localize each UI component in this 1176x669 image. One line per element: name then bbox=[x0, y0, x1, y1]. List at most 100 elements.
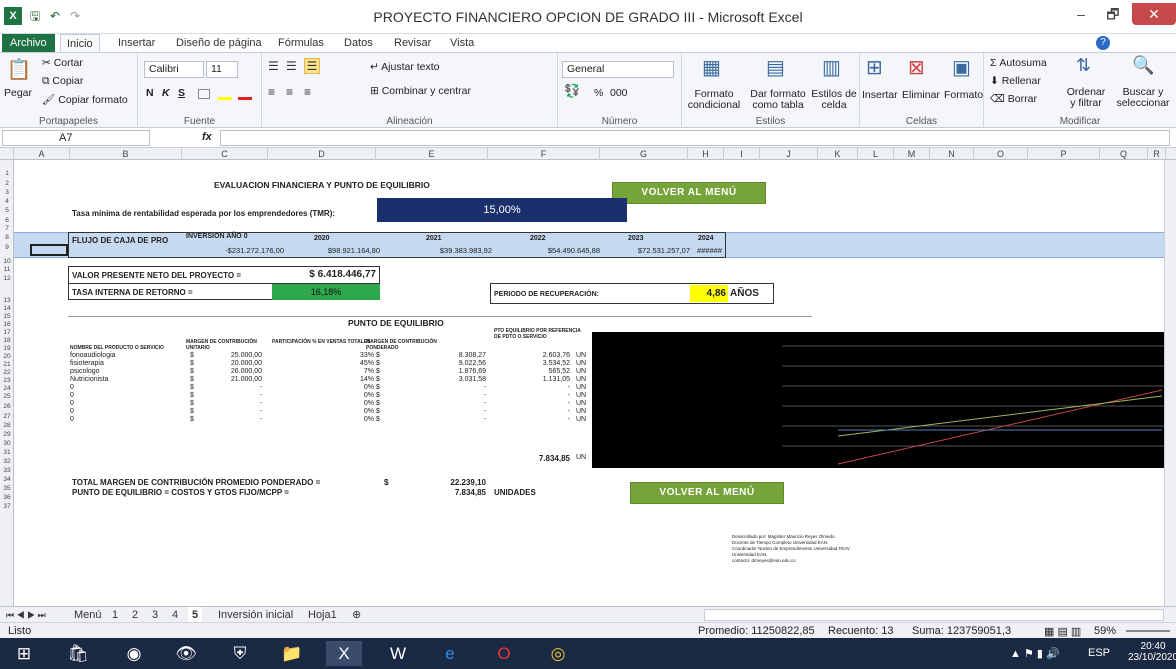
column-header[interactable]: N bbox=[930, 148, 974, 160]
row-header[interactable]: 5 bbox=[0, 207, 14, 215]
name-box[interactable]: A7 bbox=[2, 130, 150, 146]
thousands-button[interactable]: 000 bbox=[610, 87, 628, 99]
row-header[interactable]: 2 bbox=[0, 180, 14, 188]
font-color-icon[interactable] bbox=[238, 97, 252, 100]
row-header[interactable]: 16 bbox=[0, 321, 14, 329]
row-header[interactable]: 20 bbox=[0, 353, 14, 361]
insert-cells-icon[interactable]: ⊞ bbox=[866, 55, 883, 80]
align-bottom-icon[interactable]: ☰ bbox=[304, 58, 320, 74]
column-header[interactable]: H bbox=[688, 148, 724, 160]
selected-cell-a7[interactable] bbox=[30, 244, 68, 256]
row-header[interactable]: 28 bbox=[0, 422, 14, 430]
copiar-formato-button[interactable]: 🖌 Copiar formato bbox=[42, 93, 128, 106]
column-header[interactable]: B bbox=[70, 148, 182, 160]
fx-icon[interactable]: fx bbox=[202, 131, 212, 143]
fill-color-icon[interactable] bbox=[218, 97, 232, 100]
row-header[interactable]: 3 bbox=[0, 189, 14, 197]
borders-icon[interactable] bbox=[198, 89, 210, 99]
font-size-select[interactable]: 11 bbox=[206, 61, 238, 78]
tab-insertar[interactable]: Insertar bbox=[112, 34, 161, 52]
tmr-value[interactable]: 15,00% bbox=[377, 198, 627, 222]
row-header[interactable]: 36 bbox=[0, 494, 14, 502]
currency-icon[interactable]: 💱 bbox=[564, 83, 580, 99]
clock[interactable]: 20:40 23/10/2020 bbox=[1128, 641, 1176, 663]
chrome-browser-icon[interactable]: ◎ bbox=[540, 641, 576, 666]
delete-cells-icon[interactable]: ⊠ bbox=[908, 55, 925, 80]
sheet-tab-3[interactable]: 3 bbox=[148, 607, 162, 623]
tab-diseno[interactable]: Diseño de página bbox=[170, 34, 268, 52]
column-header[interactable]: M bbox=[894, 148, 930, 160]
cell-styles-icon[interactable]: ▥ bbox=[822, 55, 841, 80]
new-sheet-icon[interactable]: ⊕ bbox=[348, 607, 365, 623]
row-header[interactable]: 25 bbox=[0, 393, 14, 401]
tir-value[interactable]: 16,18% bbox=[272, 284, 380, 300]
row-header[interactable]: 1 bbox=[0, 170, 14, 178]
align-center-icon[interactable]: ≡ bbox=[286, 85, 293, 99]
pegar-button[interactable]: Pegar bbox=[4, 87, 32, 99]
row-header[interactable]: 37 bbox=[0, 503, 14, 511]
windows-start-icon[interactable]: ⊞ bbox=[6, 641, 42, 666]
tab-formulas[interactable]: Fórmulas bbox=[272, 34, 330, 52]
row-header[interactable]: 26 bbox=[0, 403, 14, 411]
borrar-button[interactable]: ⌫ Borrar bbox=[990, 93, 1037, 105]
conditional-format-icon[interactable]: ▦ bbox=[702, 55, 721, 80]
row-header[interactable]: 34 bbox=[0, 476, 14, 484]
align-middle-icon[interactable]: ☰ bbox=[286, 59, 297, 73]
column-header[interactable]: O bbox=[974, 148, 1028, 160]
row-header[interactable]: 14 bbox=[0, 305, 14, 313]
sheet-tab-2[interactable]: 2 bbox=[128, 607, 142, 623]
column-header[interactable]: K bbox=[818, 148, 858, 160]
copiar-button[interactable]: ⧉ Copiar bbox=[42, 75, 83, 88]
row-header[interactable]: 21 bbox=[0, 361, 14, 369]
row-header[interactable]: 15 bbox=[0, 313, 14, 321]
sheet-nav-first[interactable]: ⏮ ◀ ▶ ⏭ bbox=[2, 607, 50, 623]
vertical-scrollbar[interactable] bbox=[1164, 160, 1176, 606]
row-header[interactable]: 9 bbox=[0, 244, 14, 252]
row-header[interactable]: 6 bbox=[0, 217, 14, 225]
tab-revisar[interactable]: Revisar bbox=[388, 34, 437, 52]
column-header[interactable]: I bbox=[724, 148, 760, 160]
row-header[interactable]: 18 bbox=[0, 337, 14, 345]
column-header[interactable]: D bbox=[268, 148, 376, 160]
row-header[interactable]: 12 bbox=[0, 275, 14, 283]
ajustar-texto-button[interactable]: ↵ Ajustar texto bbox=[370, 61, 440, 73]
tray-icons[interactable]: ▲ ⚑ ▮ 🔊 bbox=[1010, 647, 1060, 660]
row-header[interactable]: 13 bbox=[0, 297, 14, 305]
page-view-icons[interactable]: ▦ ▤ ▥ bbox=[1044, 625, 1081, 638]
row-header[interactable]: 29 bbox=[0, 431, 14, 439]
opera-browser-icon[interactable]: O bbox=[486, 641, 522, 666]
column-header[interactable]: L bbox=[858, 148, 894, 160]
row-header[interactable]: 11 bbox=[0, 266, 14, 274]
binoculars-icon[interactable]: 🔍 bbox=[1132, 55, 1154, 76]
select-all[interactable] bbox=[0, 148, 14, 160]
help-icon[interactable]: ? bbox=[1096, 36, 1110, 50]
break-even-chart[interactable] bbox=[592, 332, 1176, 468]
ordenar-button[interactable]: Ordenar y filtrar bbox=[1064, 87, 1108, 109]
store-icon[interactable]: 🛍 bbox=[60, 641, 96, 666]
row-header[interactable]: 7 bbox=[0, 225, 14, 233]
zoom-level[interactable]: 59% bbox=[1094, 625, 1116, 637]
tab-vista[interactable]: Vista bbox=[444, 34, 480, 52]
formato-button[interactable]: Formato bbox=[944, 89, 983, 101]
eliminar-button[interactable]: Eliminar bbox=[902, 89, 940, 101]
row-header[interactable]: 17 bbox=[0, 329, 14, 337]
sheet-tab-hoja1[interactable]: Hoja1 bbox=[304, 607, 341, 623]
zoom-slider[interactable] bbox=[1126, 630, 1170, 632]
cortar-button[interactable]: ✂ Cortar bbox=[42, 57, 83, 69]
bold-button[interactable]: N bbox=[146, 87, 154, 99]
row-header[interactable]: 8 bbox=[0, 234, 14, 242]
row-header[interactable]: 27 bbox=[0, 413, 14, 421]
percent-button[interactable]: % bbox=[594, 87, 603, 99]
tab-inicio[interactable]: Inicio bbox=[60, 34, 100, 52]
column-header[interactable]: Q bbox=[1100, 148, 1148, 160]
column-header[interactable]: P bbox=[1028, 148, 1100, 160]
formato-condicional-button[interactable]: Formato condicional bbox=[684, 89, 744, 111]
restore-button[interactable]: 🗗 bbox=[1098, 3, 1128, 25]
ie-browser-icon[interactable]: e bbox=[432, 641, 468, 666]
paste-icon[interactable]: 📋 bbox=[6, 57, 32, 82]
sheet-tab-5[interactable]: 5 bbox=[188, 607, 203, 623]
table-format-icon[interactable]: ▤ bbox=[766, 55, 785, 80]
underline-button[interactable]: S bbox=[178, 87, 185, 99]
column-header[interactable]: A bbox=[14, 148, 70, 160]
dar-formato-tabla-button[interactable]: Dar formato como tabla bbox=[746, 89, 810, 111]
